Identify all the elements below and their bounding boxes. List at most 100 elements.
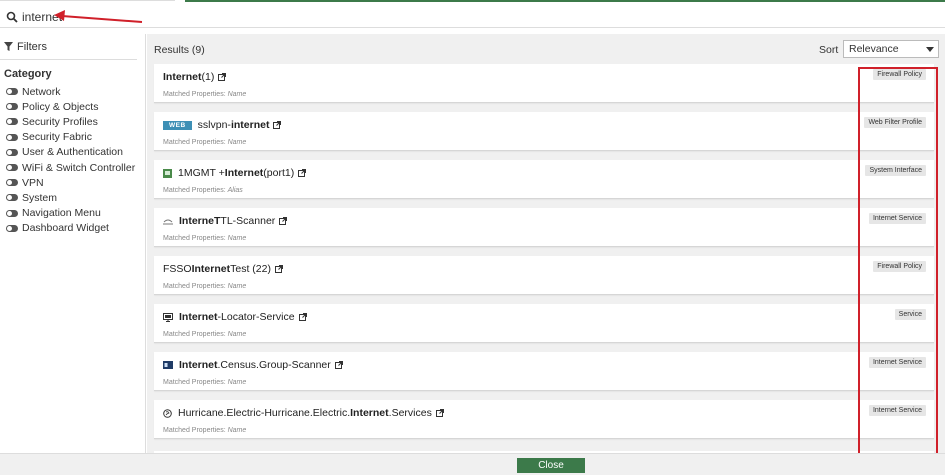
type-badge: Service [894,309,926,320]
category-label: Navigation Menu [22,207,101,220]
category-label: Security Profiles [22,115,98,128]
category-label: User & Authentication [22,146,123,159]
external-link-icon[interactable] [298,169,307,177]
result-title[interactable]: Internet -Locator-Service [163,311,307,323]
matched-properties: Matched Properties: Alias [163,187,243,194]
result-item[interactable]: Internet -Locator-Service Matched Propert… [154,304,934,343]
title-post: (port1) [263,167,295,179]
category-label: Dashboard Widget [22,222,109,235]
monitor-icon [163,312,173,322]
external-link-icon[interactable] [273,121,282,129]
matched-properties: Matched Properties: Name [163,91,246,98]
toggle-icon[interactable] [6,103,18,111]
toggle-icon[interactable] [6,148,18,156]
close-button[interactable]: Close [517,458,585,473]
matched-value: Name [227,283,247,290]
title-pre: Hurricane.Electric-Hurricane.Electric. [178,407,351,419]
result-item[interactable]: Hurricane.Electric-Hurricane.Electric. In… [154,400,934,439]
result-title[interactable]: FSSO Internet Test (22) [163,263,283,275]
external-link-icon[interactable] [435,409,444,417]
category-navigation-menu[interactable]: Navigation Menu [0,206,145,221]
result-title[interactable]: InterneT TL-Scanner [163,215,288,227]
matched-value: Name [227,91,247,98]
category-network[interactable]: Network [0,84,145,99]
matched-value: Name [227,139,247,146]
title-match: Internet [224,167,264,179]
result-title[interactable]: Internet (1) [163,71,227,83]
matched-value: Name [227,427,247,434]
results-panel: Results (9) Sort Relevance Internet (1) … [147,34,945,454]
title-post: .Services [388,407,432,419]
toggle-icon[interactable] [6,164,18,172]
matched-value: Name [227,235,247,242]
annotation-arrow [54,10,143,23]
title-pre: 1MGMT + [178,167,225,179]
type-badge: Internet Service [868,213,926,224]
results-title: Results (9) [154,44,205,56]
result-title[interactable]: WEB sslvpn-internet [163,119,282,131]
category-label: WiFi & Switch Controller [22,161,136,174]
matched-properties: Matched Properties: Name [163,283,246,290]
external-link-icon[interactable] [334,361,343,369]
matched-properties: Matched Properties: Name [163,331,246,338]
web-tag: WEB [163,120,192,130]
result-item[interactable]: Internet (1) Matched Properties: Name Fi… [154,64,934,103]
toggle-icon[interactable] [6,194,18,202]
matched-label: Matched Properties: [163,187,226,194]
category-dashboard-widget[interactable]: Dashboard Widget [0,221,145,236]
toggle-icon[interactable] [6,179,18,187]
matched-label: Matched Properties: [163,235,226,242]
hurricane-icon [163,408,172,418]
category-label: VPN [22,176,44,189]
search-icon [6,11,18,23]
title-pre: FSSO [163,263,192,275]
external-link-icon[interactable] [274,265,283,273]
matched-properties: Matched Properties: Name [163,235,246,242]
result-title[interactable]: Internet .Census.Group-Scanner [163,359,343,371]
category-label: System [22,191,58,204]
result-title[interactable]: Hurricane.Electric-Hurricane.Electric. In… [163,407,444,419]
toggle-icon[interactable] [6,209,18,217]
category-system[interactable]: System [0,190,145,205]
category-wifi-switch[interactable]: WiFi & Switch Controller [0,160,145,175]
type-badge: System Interface [865,165,926,176]
category-user-authentication[interactable]: User & Authentication [0,145,145,160]
matched-label: Matched Properties: [163,91,226,98]
title-match: Internet [350,407,389,419]
title-post: (1) [201,71,215,83]
category-vpn[interactable]: VPN [0,175,145,190]
sort-select[interactable]: Relevance [843,40,939,58]
external-link-icon[interactable] [218,73,227,81]
category-security-profiles[interactable]: Security Profiles [0,114,145,129]
type-badge: Firewall Policy [873,261,926,272]
result-title[interactable]: 1MGMT + Internet (port1) [163,167,307,179]
result-item[interactable]: Internet .Census.Group-Scanner Matched Pr… [154,352,934,391]
result-item[interactable]: FSSO Internet Test (22) Matched Properti… [154,256,934,295]
type-badge: Internet Service [868,405,926,416]
result-item[interactable]: WEB sslvpn-internet Matched Properties: … [154,112,934,151]
title-match: InterneT [179,215,221,227]
toggle-icon[interactable] [6,88,18,96]
matched-label: Matched Properties: [163,331,226,338]
result-item[interactable]: InterneT TL-Scanner Matched Properties: N… [154,208,934,247]
external-link-icon[interactable] [298,313,307,321]
top-divider [0,0,175,1]
title-pre: sslvpn- [197,119,231,131]
category-security-fabric[interactable]: Security Fabric [0,130,145,145]
category-label: Security Fabric [22,131,93,144]
toggle-icon[interactable] [6,224,18,232]
category-label: Policy & Objects [22,100,99,113]
matched-label: Matched Properties: [163,379,226,386]
result-item[interactable]: 1MGMT + Internet (port1) Matched Propert… [154,160,934,199]
matched-properties: Matched Properties: Name [163,379,246,386]
external-link-icon[interactable] [279,217,288,225]
census-group-icon [163,361,173,369]
title-match: Internet [179,359,218,371]
matched-label: Matched Properties: [163,139,226,146]
matched-label: Matched Properties: [163,283,226,290]
matched-value: Alias [227,187,243,194]
title-post: -Locator-Service [217,311,295,323]
category-policy-objects[interactable]: Policy & Objects [0,99,145,114]
toggle-icon[interactable] [6,118,18,126]
toggle-icon[interactable] [6,133,18,141]
